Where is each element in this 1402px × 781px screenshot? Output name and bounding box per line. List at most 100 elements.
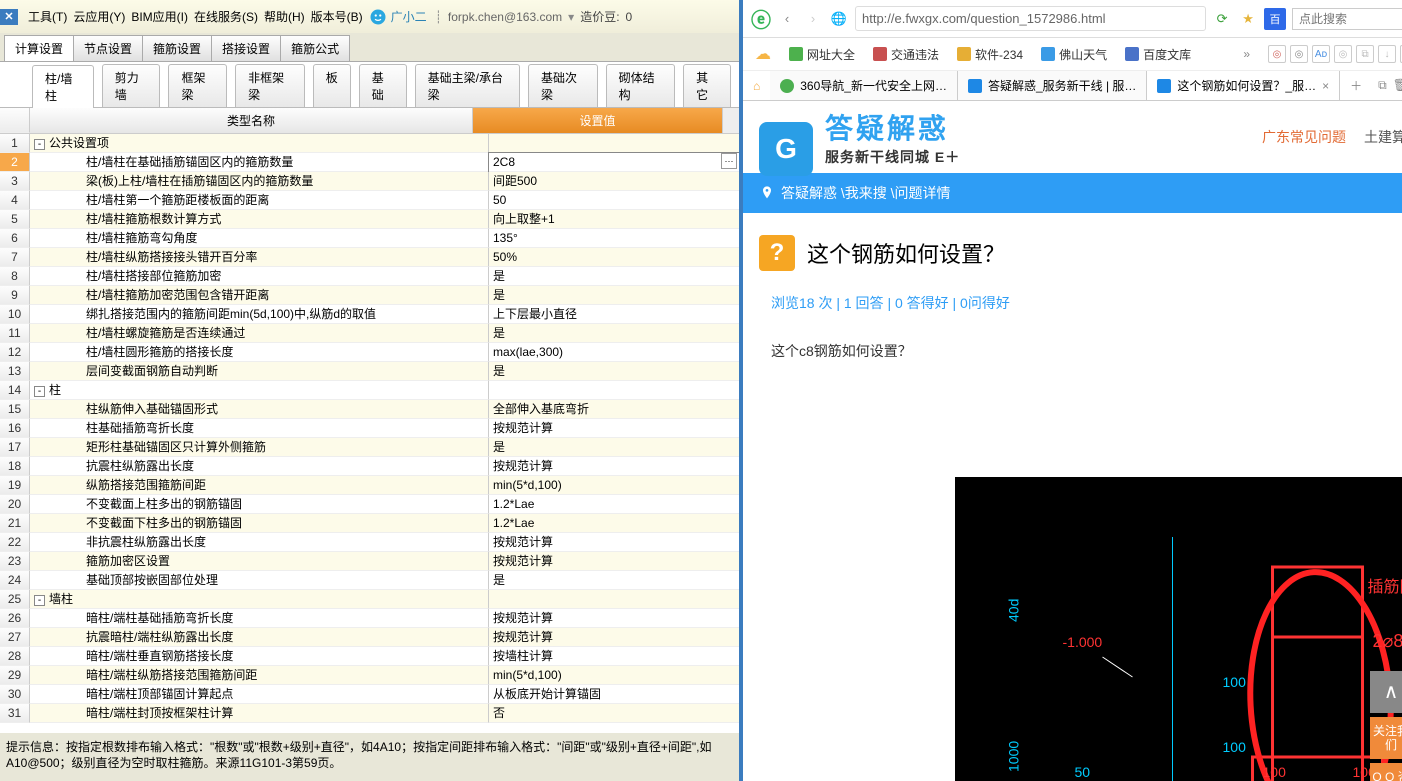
url-input[interactable]: http://e.fwxgx.com/question_1572986.html bbox=[855, 6, 1206, 31]
table-row[interactable]: 22非抗震柱纵筋露出长度按规范计算 bbox=[0, 533, 739, 552]
table-row[interactable]: 6柱/墙柱箍筋弯勾角度135° bbox=[0, 229, 739, 248]
home-icon[interactable]: ⌂ bbox=[743, 73, 770, 99]
table-row[interactable]: 24基础顶部按嵌固部位处理是 bbox=[0, 571, 739, 590]
grid-body[interactable]: 1-公共设置项2柱/墙柱在基础插筋锚固区内的箍筋数量2C8···3梁(板)上柱/… bbox=[0, 134, 739, 733]
table-row[interactable]: 19纵筋搭接范围箍筋间距min(5*d,100) bbox=[0, 476, 739, 495]
table-row[interactable]: 5柱/墙柱箍筋根数计算方式向上取整+1 bbox=[0, 210, 739, 229]
tool-icon[interactable]: ◎ bbox=[1334, 45, 1352, 63]
row-value[interactable]: 是 bbox=[489, 286, 739, 305]
tool-icon[interactable]: ↓ bbox=[1378, 45, 1396, 63]
table-row[interactable]: 2柱/墙柱在基础插筋锚固区内的箍筋数量2C8··· bbox=[0, 153, 739, 172]
subtab-nonframe[interactable]: 非框架梁 bbox=[235, 64, 305, 107]
row-value[interactable]: 是 bbox=[489, 324, 739, 343]
row-value[interactable] bbox=[489, 590, 739, 609]
close-icon[interactable]: ✕ bbox=[0, 9, 18, 25]
row-value[interactable]: 从板底开始计算锚固 bbox=[489, 685, 739, 704]
table-row[interactable]: 10绑扎搭接范围内的箍筋间距min(5d,100)中,纵筋d的取值上下层最小直径 bbox=[0, 305, 739, 324]
row-value[interactable]: 是 bbox=[489, 438, 739, 457]
expander-icon[interactable]: - bbox=[34, 595, 45, 606]
tab-calc[interactable]: 计算设置 bbox=[4, 35, 74, 61]
row-value[interactable]: 1.2*Lae bbox=[489, 495, 739, 514]
subtab-column[interactable]: 柱/墙柱 bbox=[32, 65, 94, 108]
user-dropdown-icon[interactable]: ▾ bbox=[566, 8, 576, 26]
table-row[interactable]: 23箍筋加密区设置按规范计算 bbox=[0, 552, 739, 571]
table-row[interactable]: 30暗柱/端柱顶部锚固计算起点从板底开始计算锚固 bbox=[0, 685, 739, 704]
user-email[interactable]: forpk.chen@163.com bbox=[446, 8, 564, 26]
fav-item[interactable]: 网址大全 bbox=[789, 46, 855, 63]
row-value[interactable]: 按墙柱计算 bbox=[489, 647, 739, 666]
row-value[interactable]: 50% bbox=[489, 248, 739, 267]
row-value[interactable]: 1.2*Lae bbox=[489, 514, 739, 533]
menu-cloud[interactable]: 云应用(Y) bbox=[71, 6, 127, 27]
row-value[interactable]: 按规范计算 bbox=[489, 457, 739, 476]
row-value[interactable]: 按规范计算 bbox=[489, 609, 739, 628]
tab-stirrup[interactable]: 箍筋设置 bbox=[142, 35, 212, 61]
tab-tool-icon[interactable]: 🗑 bbox=[1393, 78, 1402, 93]
browser-tab[interactable]: 360导航_新一代安全上网… bbox=[770, 71, 958, 100]
fav-more-icon[interactable]: » bbox=[1243, 47, 1250, 61]
table-row[interactable]: 13层间变截面钢筋自动判断是 bbox=[0, 362, 739, 381]
row-value[interactable]: 50 bbox=[489, 191, 739, 210]
row-value[interactable]: 向上取整+1 bbox=[489, 210, 739, 229]
table-row[interactable]: 8柱/墙柱搭接部位箍筋加密是 bbox=[0, 267, 739, 286]
table-row[interactable]: 16柱基础插筋弯折长度按规范计算 bbox=[0, 419, 739, 438]
table-row[interactable]: 3梁(板)上柱/墙柱在插筋锚固区内的箍筋数量间距500 bbox=[0, 172, 739, 191]
cad-drawing[interactable]: -1.000 40d 1000 100 100 50 100 100 100 bbox=[955, 477, 1402, 781]
row-value[interactable]: 上下层最小直径 bbox=[489, 305, 739, 324]
row-value[interactable]: 全部伸入基底弯折 bbox=[489, 400, 739, 419]
subtab-found-sec[interactable]: 基础次梁 bbox=[528, 64, 598, 107]
tab-close-icon[interactable]: × bbox=[1322, 79, 1329, 93]
scroll-top-button[interactable]: ∧ bbox=[1370, 671, 1402, 713]
row-value[interactable]: max(lae,300) bbox=[489, 343, 739, 362]
subtab-shearwall[interactable]: 剪力墙 bbox=[102, 64, 161, 107]
row-value[interactable]: 按规范计算 bbox=[489, 419, 739, 438]
follow-button[interactable]: 关注我们 bbox=[1370, 717, 1402, 759]
nav-link[interactable]: 土建算量 bbox=[1364, 127, 1402, 147]
table-row[interactable]: 31暗柱/端柱封顶按框架柱计算否 bbox=[0, 704, 739, 723]
subtab-foundation[interactable]: 基础 bbox=[359, 64, 407, 107]
subtab-found-main[interactable]: 基础主梁/承台梁 bbox=[415, 64, 520, 107]
question-stats[interactable]: 浏览18 次 | 1 回答 | 0 答得好 | 0问得好 bbox=[743, 293, 1402, 323]
row-value[interactable]: min(5*d,100) bbox=[489, 666, 739, 685]
tab-node[interactable]: 节点设置 bbox=[73, 35, 143, 61]
search-engine-icon[interactable]: 百 bbox=[1264, 8, 1286, 30]
expander-icon[interactable]: - bbox=[34, 139, 45, 150]
menu-help[interactable]: 帮助(H) bbox=[262, 6, 307, 27]
fav-item[interactable]: 交通违法 bbox=[873, 46, 939, 63]
table-row[interactable]: 15柱纵筋伸入基础锚固形式全部伸入基底弯折 bbox=[0, 400, 739, 419]
col-name[interactable]: 类型名称 bbox=[30, 108, 473, 133]
table-row[interactable]: 27抗震暗柱/端柱纵筋露出长度按规范计算 bbox=[0, 628, 739, 647]
row-value[interactable] bbox=[489, 134, 739, 153]
tool-icon[interactable]: ◎ bbox=[1290, 45, 1308, 63]
site-logo-icon[interactable]: G bbox=[759, 122, 813, 176]
table-row[interactable]: 21不变截面下柱多出的钢筋锚固1.2*Lae bbox=[0, 514, 739, 533]
menu-ver[interactable]: 版本号(B) bbox=[309, 6, 365, 27]
new-tab-button[interactable]: ＋ bbox=[1340, 71, 1372, 100]
table-row[interactable]: 28暗柱/端柱垂直钢筋搭接长度按墙柱计算 bbox=[0, 647, 739, 666]
table-row[interactable]: 1-公共设置项 bbox=[0, 134, 739, 153]
subtab-slab[interactable]: 板 bbox=[313, 64, 351, 107]
table-row[interactable]: 26暗柱/端柱基础插筋弯折长度按规范计算 bbox=[0, 609, 739, 628]
tool-icon[interactable]: ⧉ bbox=[1356, 45, 1374, 63]
row-value[interactable]: 否 bbox=[489, 704, 739, 723]
brand[interactable]: 广小二 bbox=[367, 4, 431, 29]
row-value[interactable]: 是 bbox=[489, 362, 739, 381]
search-input[interactable] bbox=[1292, 8, 1402, 30]
tool-icon[interactable]: Aᴅ bbox=[1312, 45, 1330, 63]
tab-formula[interactable]: 箍筋公式 bbox=[280, 35, 350, 61]
row-value[interactable]: min(5*d,100) bbox=[489, 476, 739, 495]
tab-tool-icon[interactable]: ⧉ bbox=[1378, 78, 1387, 93]
table-row[interactable]: 18抗震柱纵筋露出长度按规范计算 bbox=[0, 457, 739, 476]
subtab-other[interactable]: 其它 bbox=[683, 64, 731, 107]
browser-tab[interactable]: 答疑解惑_服务新干线 | 服… bbox=[958, 71, 1147, 100]
table-row[interactable]: 12柱/墙柱圆形箍筋的搭接长度max(lae,300) bbox=[0, 343, 739, 362]
row-value[interactable]: 按规范计算 bbox=[489, 628, 739, 647]
row-value[interactable]: 间距500 bbox=[489, 172, 739, 191]
menu-tools[interactable]: 工具(T) bbox=[26, 6, 69, 27]
star-icon[interactable]: ★ bbox=[1238, 9, 1258, 29]
fav-item[interactable]: 软件-234 bbox=[957, 46, 1023, 63]
tool-icon[interactable]: ◎ bbox=[1268, 45, 1286, 63]
subtab-frame-beam[interactable]: 框架梁 bbox=[168, 64, 227, 107]
back-icon[interactable]: ‹ bbox=[777, 9, 797, 29]
forward-icon[interactable]: › bbox=[803, 9, 823, 29]
